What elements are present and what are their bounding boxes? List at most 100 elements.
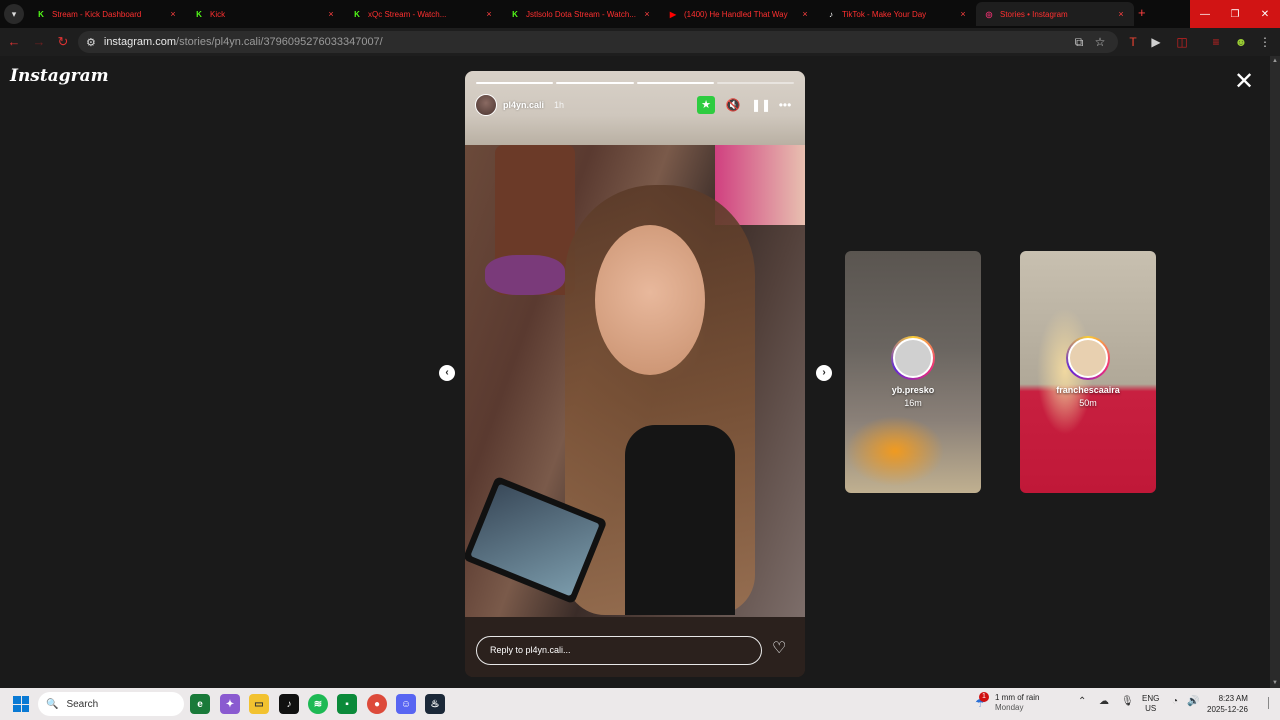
browser-tab[interactable]: KxQc Stream - Watch... ×: [344, 2, 502, 26]
volume-icon[interactable]: 🔊: [1187, 696, 1199, 707]
story-controls: ★ 🔇 ❚❚ •••: [697, 96, 793, 114]
tab-search-button[interactable]: ▾: [4, 4, 24, 24]
story-author[interactable]: pl4yn.cali 1h: [475, 94, 564, 116]
extension-icon[interactable]: T: [1124, 33, 1142, 51]
weather-widget[interactable]: ☂ 1 1 mm of rain Monday: [975, 692, 1040, 713]
file-explorer-icon[interactable]: ▭: [249, 694, 269, 714]
browser-toolbar: ← → ↻ ⚙ instagram.com/stories/pl4yn.cali…: [0, 28, 1280, 56]
close-friends-star-icon: ★: [697, 96, 715, 114]
weather-badge: 1: [979, 692, 989, 702]
steam-icon[interactable]: ♨: [425, 694, 445, 714]
copilot-icon[interactable]: ✦: [220, 694, 240, 714]
edge-icon[interactable]: e: [190, 694, 210, 714]
clock-time: 8:23 AM: [1218, 694, 1248, 703]
browser-tab[interactable]: ♪ TikTok - Make Your Day ×: [818, 2, 976, 26]
back-button[interactable]: ←: [5, 33, 23, 51]
extensions-puzzle-icon[interactable]: ◫: [1173, 33, 1191, 51]
spotify-icon[interactable]: ≋: [308, 694, 328, 714]
close-tab-icon[interactable]: ×: [484, 9, 494, 19]
story-media[interactable]: [465, 145, 805, 617]
story-header-area: pl4yn.cali 1h ★ 🔇 ❚❚ •••: [465, 71, 805, 145]
browser-tab[interactable]: ◎ Stories • Instagram ×: [976, 2, 1134, 26]
close-tab-icon[interactable]: ×: [642, 9, 652, 19]
story-author-avatar[interactable]: [475, 94, 497, 116]
tiktok-app-icon[interactable]: ♪: [279, 694, 299, 714]
instagram-logo[interactable]: Instagram: [10, 66, 109, 86]
kick-icon: K: [512, 9, 518, 19]
discord-icon[interactable]: ☺: [396, 694, 416, 714]
close-tab-icon[interactable]: ×: [326, 9, 336, 19]
scroll-up-icon[interactable]: ▲: [1272, 58, 1278, 64]
pause-icon[interactable]: ❚❚: [751, 98, 771, 112]
media-control-icon[interactable]: ▶: [1147, 33, 1165, 51]
like-heart-icon[interactable]: ♡: [772, 641, 786, 657]
onedrive-icon[interactable]: ☁: [1099, 696, 1109, 707]
progress-segment: [636, 82, 714, 84]
instagram-icon: ◎: [985, 9, 993, 19]
media-cushion-shape: [485, 255, 565, 295]
mute-icon[interactable]: 🔇: [725, 98, 741, 112]
close-story-button[interactable]: ✕: [1234, 70, 1254, 94]
more-options-icon[interactable]: •••: [777, 98, 793, 112]
browser-tab[interactable]: K Stream - Kick Dashboard ×: [28, 2, 186, 26]
install-app-icon[interactable]: ⧉: [1070, 33, 1088, 51]
taskbar-search[interactable]: 🔍 Search: [38, 692, 184, 716]
microphone-icon[interactable]: 🎙: [1121, 696, 1134, 707]
system-clock[interactable]: 8:23 AM 2025-12-26: [1207, 693, 1248, 715]
tab-title: Stream - Kick Dashboard: [52, 9, 142, 19]
reload-button[interactable]: ↻: [54, 33, 72, 51]
bookmark-star-icon[interactable]: ☆: [1091, 33, 1109, 51]
new-tab-button[interactable]: +: [1138, 6, 1146, 20]
show-desktop-button[interactable]: [1268, 697, 1276, 709]
weather-text: 1 mm of rain: [995, 693, 1040, 702]
tiktok-icon: ♪: [829, 9, 833, 19]
upcoming-time: 50m: [1079, 398, 1097, 408]
close-window-button[interactable]: ✕: [1250, 0, 1280, 28]
tab-title: xQc Stream - Watch...: [368, 9, 447, 19]
upcoming-story-preview[interactable]: yb.presko 16m: [845, 251, 981, 493]
upcoming-username: franchescaaira: [1056, 385, 1120, 395]
close-tab-icon[interactable]: ×: [958, 9, 968, 19]
side-panel-icon[interactable]: ≡: [1207, 33, 1225, 51]
tray-overflow-icon[interactable]: ⌃: [1078, 696, 1086, 707]
next-story-arrow-icon[interactable]: ›: [816, 365, 832, 381]
media-clothing-shape: [625, 425, 735, 615]
maximize-button[interactable]: ❐: [1220, 0, 1250, 28]
chrome-menu-icon[interactable]: ⋮: [1256, 33, 1274, 51]
browser-tab[interactable]: K Kick ×: [186, 2, 344, 26]
progress-segment: [556, 82, 634, 84]
minimize-button[interactable]: —: [1190, 0, 1220, 28]
progress-segment: [716, 82, 794, 84]
story-progress-bar: [476, 82, 794, 84]
wifi-icon[interactable]: ◔: [1172, 696, 1178, 707]
story-username[interactable]: pl4yn.cali: [503, 100, 544, 110]
reply-input[interactable]: Reply to pl4yn.cali...: [476, 636, 762, 665]
browser-tab[interactable]: ▶ (1400) He Handled That Way ×: [660, 2, 818, 26]
close-tab-icon[interactable]: ×: [168, 9, 178, 19]
scroll-down-icon[interactable]: ▼: [1272, 680, 1278, 686]
kick-icon: K: [354, 9, 360, 19]
story-card[interactable]: pl4yn.cali 1h ★ 🔇 ❚❚ ••• Reply to pl4yn.…: [465, 71, 805, 677]
site-info-icon[interactable]: ⚙: [86, 36, 96, 49]
windows-start-icon[interactable]: [13, 696, 29, 712]
close-tab-icon[interactable]: ×: [800, 9, 810, 19]
search-icon: 🔍: [46, 698, 59, 710]
prev-story-arrow-icon[interactable]: ‹: [439, 365, 455, 381]
kick-icon: K: [196, 9, 202, 19]
youtube-icon: ▶: [669, 9, 677, 19]
forward-button[interactable]: →: [30, 33, 48, 51]
close-tab-icon[interactable]: ×: [1116, 9, 1126, 19]
upcoming-story-preview[interactable]: franchescaaira 50m: [1020, 251, 1156, 493]
language-indicator[interactable]: ENG US: [1142, 694, 1159, 714]
media-face-shape: [595, 225, 705, 375]
windows-taskbar: 🔍 Search e ✦ ▭ ♪ ≋ ▪ ● ☺ ♨ ☂ 1 1 mm of ra…: [0, 688, 1280, 720]
app-icon[interactable]: ▪: [337, 694, 357, 714]
profile-avatar-icon[interactable]: ☻: [1232, 33, 1250, 51]
address-bar[interactable]: ⚙ instagram.com/stories/pl4yn.cali/37960…: [78, 31, 1118, 53]
chrome-icon[interactable]: ●: [367, 694, 387, 714]
url-path: /stories/pl4yn.cali/3796095276033347007/: [176, 36, 383, 48]
browser-tab[interactable]: K Jstlsolo Dota Stream - Watch... ×: [502, 2, 660, 26]
browser-tab-strip: ▾ K Stream - Kick Dashboard × K Kick × KxQc St…: [0, 0, 1280, 28]
instagram-story-viewer: Instagram ✕ ▲ ▼ pl4yn.cali 1h ★ 🔇 ❚❚ •••: [0, 56, 1280, 688]
page-scrollbar[interactable]: ▲ ▼: [1270, 56, 1280, 688]
